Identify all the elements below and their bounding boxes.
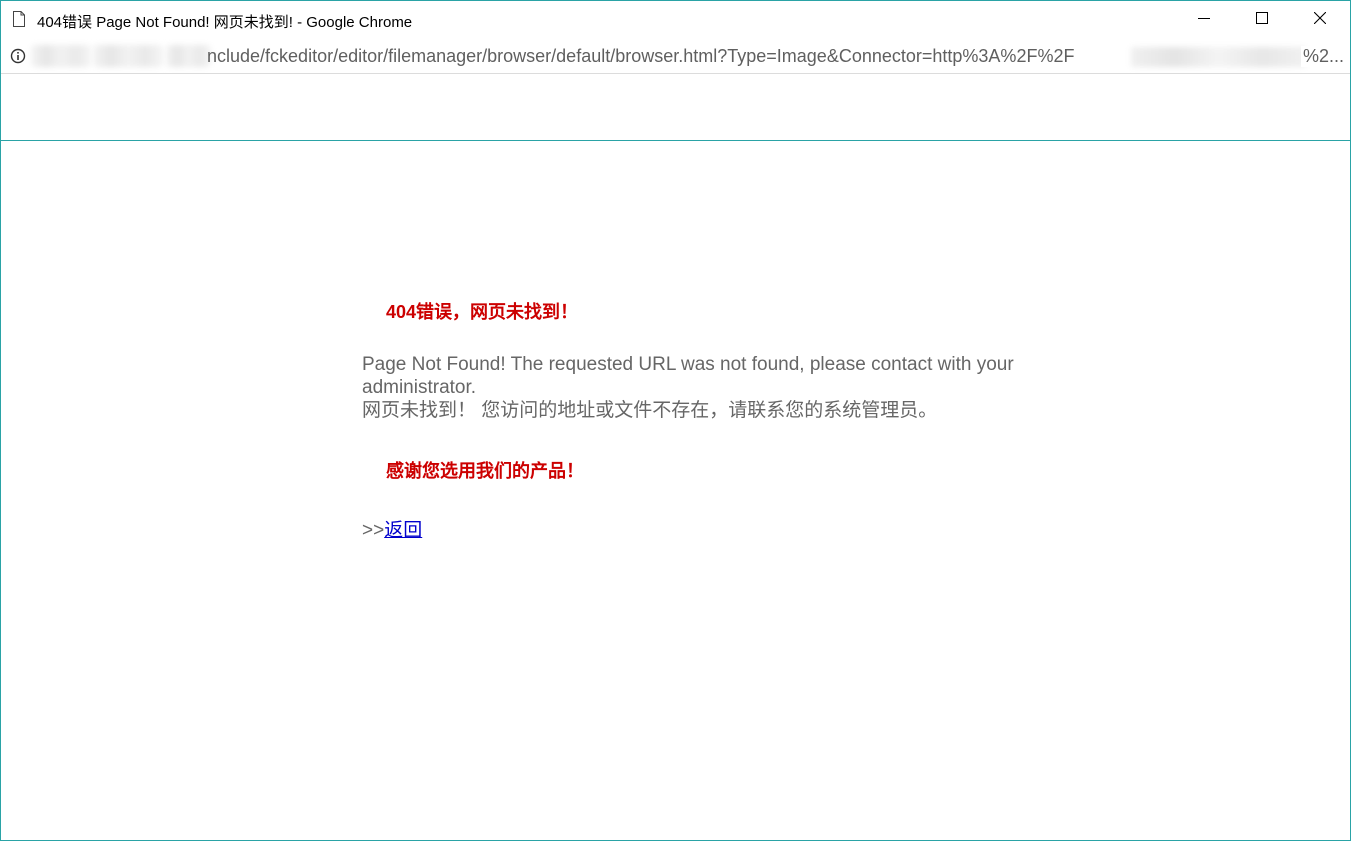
- browser-window: 404错误 Page Not Found! 网页未找到! - Google Ch…: [0, 0, 1351, 841]
- maximize-button[interactable]: [1233, 1, 1291, 39]
- maximize-icon: [1256, 11, 1268, 29]
- error-message: Page Not Found! The requested URL was no…: [362, 353, 1082, 422]
- url-tail: %2...: [1301, 46, 1345, 67]
- info-icon[interactable]: [10, 48, 26, 64]
- popup-blank-area: [1, 74, 1350, 141]
- close-button[interactable]: [1291, 1, 1349, 39]
- back-prefix: >>: [362, 520, 385, 541]
- window-title: 404错误 Page Not Found! 网页未找到! - Google Ch…: [37, 14, 413, 31]
- url-redacted-segment: [31, 45, 91, 67]
- error-message-cn: 网页未找到！ 您访问的地址或文件不存在，请联系您的系统管理员。: [362, 400, 938, 421]
- thanks-heading: 感谢您选用我们的产品！: [386, 461, 584, 481]
- back-link[interactable]: 返回: [384, 520, 422, 541]
- url-redacted-segment: [93, 45, 163, 67]
- page-content: 404错误，网页未找到！ Page Not Found! The request…: [1, 141, 1350, 840]
- address-bar[interactable]: nclude/fckeditor/editor/filemanager/brow…: [1, 39, 1350, 74]
- error-message-en: Page Not Found! The requested URL was no…: [362, 354, 1014, 398]
- error-heading: 404错误，网页未找到！: [386, 302, 579, 322]
- url-redacted-segment: [166, 45, 211, 67]
- title-bar[interactable]: 404错误 Page Not Found! 网页未找到! - Google Ch…: [1, 1, 1350, 39]
- minimize-button[interactable]: [1175, 1, 1233, 39]
- back-line: >>返回: [362, 515, 422, 542]
- minimize-icon: [1198, 11, 1210, 29]
- url-redacted-segment: [1131, 47, 1306, 67]
- close-icon: [1313, 11, 1327, 29]
- page-icon: [13, 11, 25, 27]
